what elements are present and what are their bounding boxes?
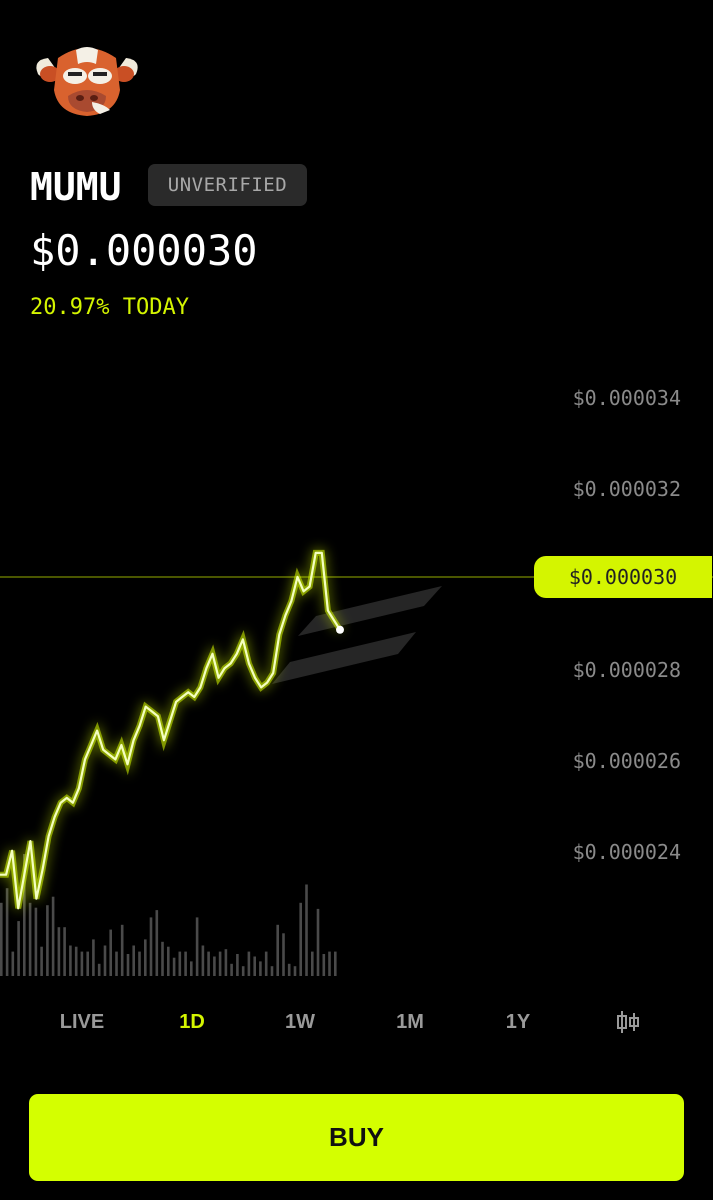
volume-bar	[207, 951, 210, 976]
volume-bar	[195, 917, 199, 976]
tab-1m[interactable]: 1M	[370, 1000, 450, 1044]
volume-bar	[161, 941, 164, 976]
volume-bar	[51, 896, 55, 976]
price-change-today: 20.97% TODAY	[30, 295, 189, 320]
volume-bar	[276, 924, 279, 976]
y-tick-label: $0.000034	[572, 386, 681, 410]
volume-bar	[259, 961, 262, 976]
volume-bar	[138, 951, 141, 976]
volume-bar	[109, 929, 112, 976]
volume-bar	[172, 957, 176, 976]
volume-bar	[40, 946, 43, 976]
volume-bar	[253, 956, 256, 976]
volume-bar	[178, 951, 182, 976]
volume-bar	[305, 884, 308, 976]
volume-bar	[74, 946, 78, 976]
volume-bar	[190, 961, 193, 976]
volume-bar	[149, 917, 153, 976]
candlestick-toggle[interactable]	[606, 1000, 650, 1044]
volume-bar	[120, 924, 124, 976]
volume-bar	[334, 951, 337, 976]
y-tick-label: $0.000032	[572, 477, 681, 501]
y-tick-label: $0.000028	[572, 658, 681, 682]
price-chart[interactable]: $0.000034 $0.000032 $0.000028 $0.000026 …	[0, 380, 713, 990]
volume-bar	[103, 945, 107, 976]
volume-bar	[57, 927, 61, 976]
volume-bar	[316, 908, 320, 976]
volume-bar	[311, 951, 314, 976]
token-name: MUMU	[30, 165, 122, 209]
volume-bar	[63, 927, 66, 976]
volume-bar	[167, 946, 170, 976]
volume-bar	[132, 945, 135, 976]
volume-bar	[155, 910, 159, 976]
volume-bar	[184, 951, 187, 976]
volume-bar	[115, 951, 118, 976]
volume-bars	[0, 854, 337, 976]
volume-bar	[34, 907, 38, 976]
volume-bar	[247, 951, 251, 976]
volume-bar	[126, 954, 130, 976]
volume-bar	[282, 933, 285, 976]
volume-bar	[299, 902, 302, 976]
current-price-label: $0.000030	[534, 556, 712, 598]
bull-face-logo-icon	[36, 47, 138, 116]
tab-1y[interactable]: 1Y	[478, 1000, 558, 1044]
volume-bar	[236, 954, 239, 976]
volume-bar	[293, 966, 297, 976]
token-price: $0.000030	[30, 226, 258, 275]
volume-bar	[224, 949, 228, 976]
volume-bar	[322, 954, 326, 976]
volume-bar	[328, 951, 331, 976]
tab-1d[interactable]: 1D	[152, 1000, 232, 1044]
tab-live[interactable]: LIVE	[42, 1000, 122, 1044]
volume-bar	[69, 945, 72, 976]
buy-button[interactable]: BUY	[29, 1094, 684, 1181]
tab-1w[interactable]: 1W	[260, 1000, 340, 1044]
timeframe-tabs: LIVE 1D 1W 1M 1Y	[0, 1000, 713, 1044]
volume-bar	[92, 939, 95, 976]
volume-bar	[144, 939, 147, 976]
volume-bar	[5, 888, 9, 976]
candlestick-icon	[617, 1011, 639, 1033]
volume-bar	[46, 905, 49, 976]
current-price-dot	[336, 625, 344, 634]
volume-bar	[218, 951, 222, 976]
volume-bar	[213, 956, 216, 976]
solana-logo-icon	[272, 586, 442, 684]
volume-bar	[241, 966, 245, 976]
volume-bar	[80, 951, 84, 976]
volume-bar	[0, 902, 3, 976]
volume-bar	[201, 945, 205, 976]
y-tick-label: $0.000026	[572, 749, 681, 773]
volume-bar	[264, 951, 268, 976]
volume-bar	[230, 963, 233, 976]
volume-bar	[17, 921, 20, 976]
y-tick-label: $0.000024	[572, 840, 681, 864]
volume-bar	[287, 963, 291, 976]
volume-bar	[97, 963, 101, 976]
price-line-group	[0, 549, 344, 910]
volume-bar	[28, 902, 32, 976]
volume-bar	[11, 951, 15, 976]
volume-bar	[270, 966, 274, 976]
volume-bar	[86, 951, 89, 976]
unverified-badge: UNVERIFIED	[148, 164, 307, 206]
